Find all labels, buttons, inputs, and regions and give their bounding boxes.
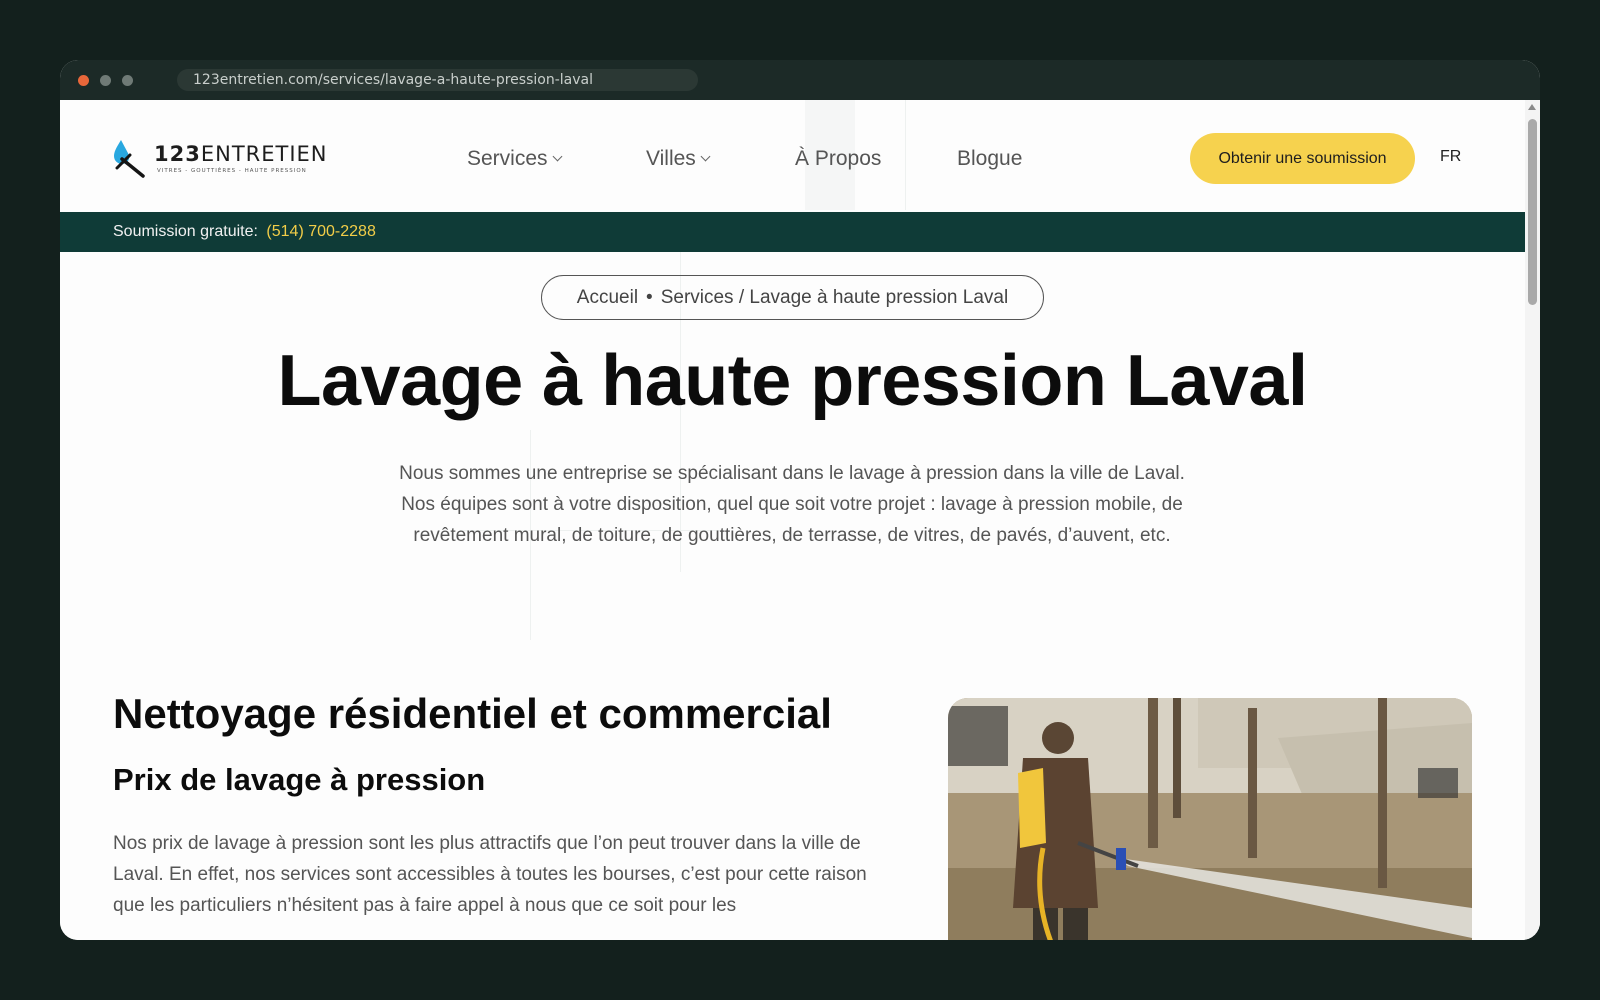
page-scrollbar[interactable] [1525, 100, 1540, 940]
nav-a-propos[interactable]: À Propos [795, 144, 881, 174]
nav-villes[interactable]: Villes [646, 144, 711, 174]
chevron-down-icon [552, 151, 562, 162]
pressure-washing-illustration [948, 698, 1472, 940]
browser-chrome: 123entretien.com/services/lavage-a-haute… [60, 60, 1540, 100]
site-logo[interactable]: 123ENTRETIEN VITRES - GOUTTIÈRES - HAUTE… [113, 138, 327, 180]
scrollbar-thumb[interactable] [1528, 119, 1537, 305]
nav-services[interactable]: Services [467, 144, 562, 174]
logo-tagline: VITRES - GOUTTIÈRES - HAUTE PRESSION [157, 168, 307, 174]
nav-blogue[interactable]: Blogue [957, 144, 1022, 174]
nav-blogue-label: Blogue [957, 147, 1023, 170]
chevron-down-icon [700, 151, 711, 162]
site-header: 123ENTRETIEN VITRES - GOUTTIÈRES - HAUTE… [60, 100, 1525, 212]
hero-description: Nous sommes une entreprise se spécialisa… [399, 463, 1185, 546]
close-window-button[interactable] [78, 74, 89, 86]
free-quote-label: Soumission gratuite: [113, 223, 258, 240]
logo-wordmark-rest: ENTRETIEN [200, 142, 328, 166]
get-quote-button[interactable]: Obtenir une soumission [1190, 133, 1415, 184]
free-quote-bar: Soumission gratuite: (514) 700-2288 [60, 212, 1525, 252]
squeegee-droplet-icon [114, 140, 145, 178]
logo-wordmark: 123ENTRETIEN [154, 142, 328, 166]
section-paragraph: Nos prix de lavage à pression sont les p… [113, 833, 867, 916]
nav-a-propos-label: À Propos [795, 147, 882, 170]
scroll-up-arrow-icon[interactable] [1528, 104, 1536, 110]
maximize-window-button[interactable] [122, 74, 133, 86]
page-viewport: 123ENTRETIEN VITRES - GOUTTIÈRES - HAUTE… [60, 100, 1540, 940]
address-bar[interactable]: 123entretien.com/services/lavage-a-haute… [177, 69, 698, 91]
page-title: Lavage à haute pression Laval [277, 341, 1308, 421]
phone-link[interactable]: (514) 700-2288 [266, 223, 375, 240]
minimize-window-button[interactable] [100, 74, 111, 86]
logo-wordmark-bold: 123 [154, 142, 201, 166]
breadcrumb-home-link[interactable]: Accueil [577, 287, 638, 309]
nav-services-label: Services [467, 147, 548, 170]
breadcrumb-current: Services / Lavage à haute pression Laval [660, 286, 1009, 308]
language-switcher[interactable]: FR [1440, 148, 1461, 166]
breadcrumb: Accueil • Services / Lavage à haute pres… [541, 275, 1044, 320]
pressure-washing-photo [948, 698, 1472, 940]
breadcrumb-separator: • [646, 286, 653, 308]
browser-window: 123entretien.com/services/lavage-a-haute… [60, 60, 1540, 940]
section-subtitle: Prix de lavage à pression [113, 762, 486, 797]
nav-villes-label: Villes [646, 147, 696, 170]
section-title: Nettoyage résidentiel et commercial [113, 690, 832, 737]
